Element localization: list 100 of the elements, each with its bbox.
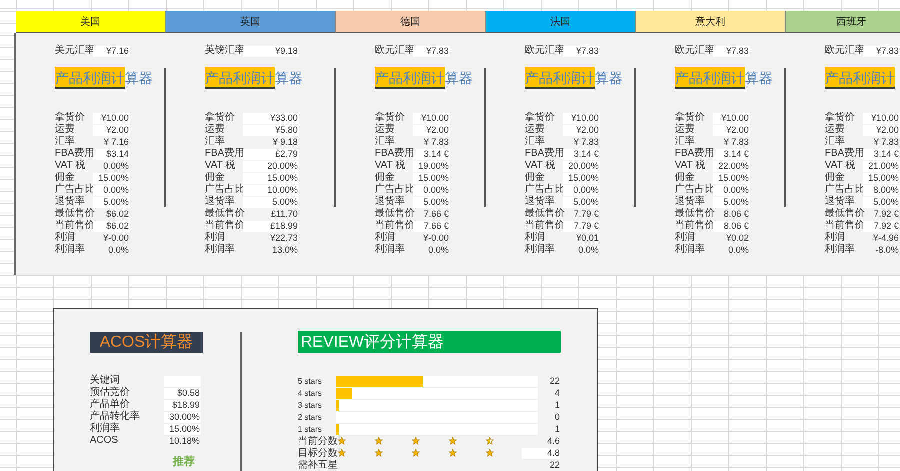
input-field[interactable]: 15.00%: [863, 172, 900, 184]
field-label: 最低售价: [675, 208, 713, 220]
input-field[interactable]: $18.99: [164, 400, 201, 410]
input-field[interactable]: ¥2.00: [713, 124, 750, 136]
score-value: 22: [548, 460, 560, 470]
input-field[interactable]: ¥33.00: [243, 112, 299, 124]
field-value: -8.0%: [874, 244, 900, 256]
field-label: 拿货价: [55, 112, 86, 124]
field-value: 7.92 €: [872, 208, 900, 220]
field-label: VAT 税: [55, 160, 87, 172]
field-label: 产品转化率: [90, 411, 141, 422]
field-value: ¥0.02: [725, 232, 750, 244]
input-field[interactable]: 3.14 €: [713, 148, 750, 160]
field-value: ¥22.73: [269, 232, 299, 244]
field-label: 利润率: [205, 244, 236, 256]
input-field[interactable]: ¥7.83: [713, 46, 750, 56]
field-label: 汇率: [55, 136, 76, 148]
input-field[interactable]: 3.14 €: [413, 148, 450, 160]
field-label: 退货率: [375, 196, 406, 208]
input-field[interactable]: 15.00%: [713, 172, 750, 184]
input-field[interactable]: 19.00%: [413, 160, 450, 172]
input-field[interactable]: ¥10.00: [563, 112, 600, 124]
input-field[interactable]: 20.00%: [563, 160, 600, 172]
rating-count: 0: [554, 412, 560, 422]
input-field[interactable]: 4.8: [522, 448, 560, 458]
input-field[interactable]: 7.92 €: [863, 220, 900, 232]
field-label: 利润率: [55, 244, 86, 256]
input-field[interactable]: ¥2.00: [93, 124, 130, 136]
input-field[interactable]: ¥7.83: [863, 46, 900, 56]
input-field[interactable]: £18.99: [243, 220, 299, 232]
field-label: 利润: [525, 232, 546, 244]
field-label: VAT 税: [375, 160, 407, 172]
field-label: 利润: [675, 232, 696, 244]
calculator-title: 产品利润计算器: [375, 67, 473, 89]
input-field[interactable]: 8.00%: [863, 184, 900, 196]
input-field[interactable]: ¥2.00: [563, 124, 600, 136]
input-field[interactable]: ¥2.00: [413, 124, 450, 136]
input-field[interactable]: 15.00%: [413, 172, 450, 184]
field-value: 0.00%: [102, 160, 130, 172]
input-field[interactable]: 30.00%: [164, 412, 201, 422]
input-field[interactable]: $0.58: [164, 388, 201, 398]
country-header: 法国: [486, 11, 636, 33]
input-field[interactable]: 5.00%: [863, 196, 900, 208]
input-field[interactable]: 5.00%: [243, 196, 299, 208]
input-field[interactable]: ¥7.83: [563, 46, 600, 56]
input-field[interactable]: 15.00%: [164, 424, 201, 434]
input-field[interactable]: 22.00%: [713, 160, 750, 172]
input-field[interactable]: 15.00%: [243, 172, 299, 184]
input-field[interactable]: 0.00%: [713, 184, 750, 196]
field-label: 最低售价: [55, 208, 93, 220]
field-label: 利润: [825, 232, 846, 244]
country-header: 意大利: [636, 11, 786, 33]
input-field[interactable]: 5.00%: [713, 196, 750, 208]
input-field[interactable]: 5.00%: [563, 196, 600, 208]
input-field[interactable]: 20.00%: [243, 160, 299, 172]
field-label: VAT 税: [205, 160, 237, 172]
input-field[interactable]: 5.00%: [93, 196, 130, 208]
input-field[interactable]: 15.00%: [93, 172, 130, 184]
input-field[interactable]: $3.14: [93, 148, 130, 160]
acos-title: ACOS计算器: [90, 332, 203, 353]
field-value: 7.79 €: [572, 208, 600, 220]
field-value: 7.66 €: [422, 208, 450, 220]
country-header: 英国: [166, 11, 336, 33]
input-field[interactable]: 0.00%: [413, 184, 450, 196]
field-value: ¥ 7.83: [722, 136, 750, 148]
input-field[interactable]: ¥10.00: [93, 112, 130, 124]
input-field[interactable]: 8.06 €: [713, 220, 750, 232]
input-field[interactable]: 15.00%: [563, 172, 600, 184]
field-label: 佣金: [825, 172, 846, 184]
input-field[interactable]: ¥10.00: [713, 112, 750, 124]
input-field[interactable]: $6.02: [93, 220, 130, 232]
input-field[interactable]: 3.14 €: [863, 148, 900, 160]
input-field[interactable]: 3.14 €: [563, 148, 600, 160]
star-icon: [375, 449, 383, 457]
input-field[interactable]: ¥2.00: [863, 124, 900, 136]
field-label: 拿货价: [825, 112, 856, 124]
input-field[interactable]: ¥7.16: [93, 46, 130, 56]
field-label: 佣金: [375, 172, 396, 184]
field-label: 拿货价: [675, 112, 706, 124]
field-label: 退货率: [675, 196, 706, 208]
field-value: ¥ 9.18: [272, 136, 299, 148]
input-field[interactable]: £2.79: [243, 148, 299, 160]
field-label: 当前售价: [525, 220, 563, 232]
input-field[interactable]: ¥10.00: [863, 112, 900, 124]
input-field[interactable]: ¥9.18: [243, 46, 299, 56]
input-field[interactable]: 0.00%: [93, 184, 130, 196]
input-field[interactable]: ¥5.80: [243, 124, 299, 136]
input-field[interactable]: 5.00%: [413, 196, 450, 208]
input-field[interactable]: 7.66 €: [413, 220, 450, 232]
field-label: ACOS: [90, 435, 120, 447]
input-field[interactable]: 21.00%: [863, 160, 900, 172]
input-field[interactable]: 0.00%: [563, 184, 600, 196]
input-field[interactable]: 7.79 €: [563, 220, 600, 232]
score-label: 当前分数: [298, 434, 336, 448]
rating-label: 1 stars: [298, 424, 324, 434]
input-field[interactable]: ¥7.83: [413, 46, 450, 56]
input-field[interactable]: ¥10.00: [413, 112, 450, 124]
input-field[interactable]: 10.00%: [243, 184, 299, 196]
field-label: 最低售价: [825, 208, 863, 220]
score-label: 目标分数: [298, 446, 336, 460]
